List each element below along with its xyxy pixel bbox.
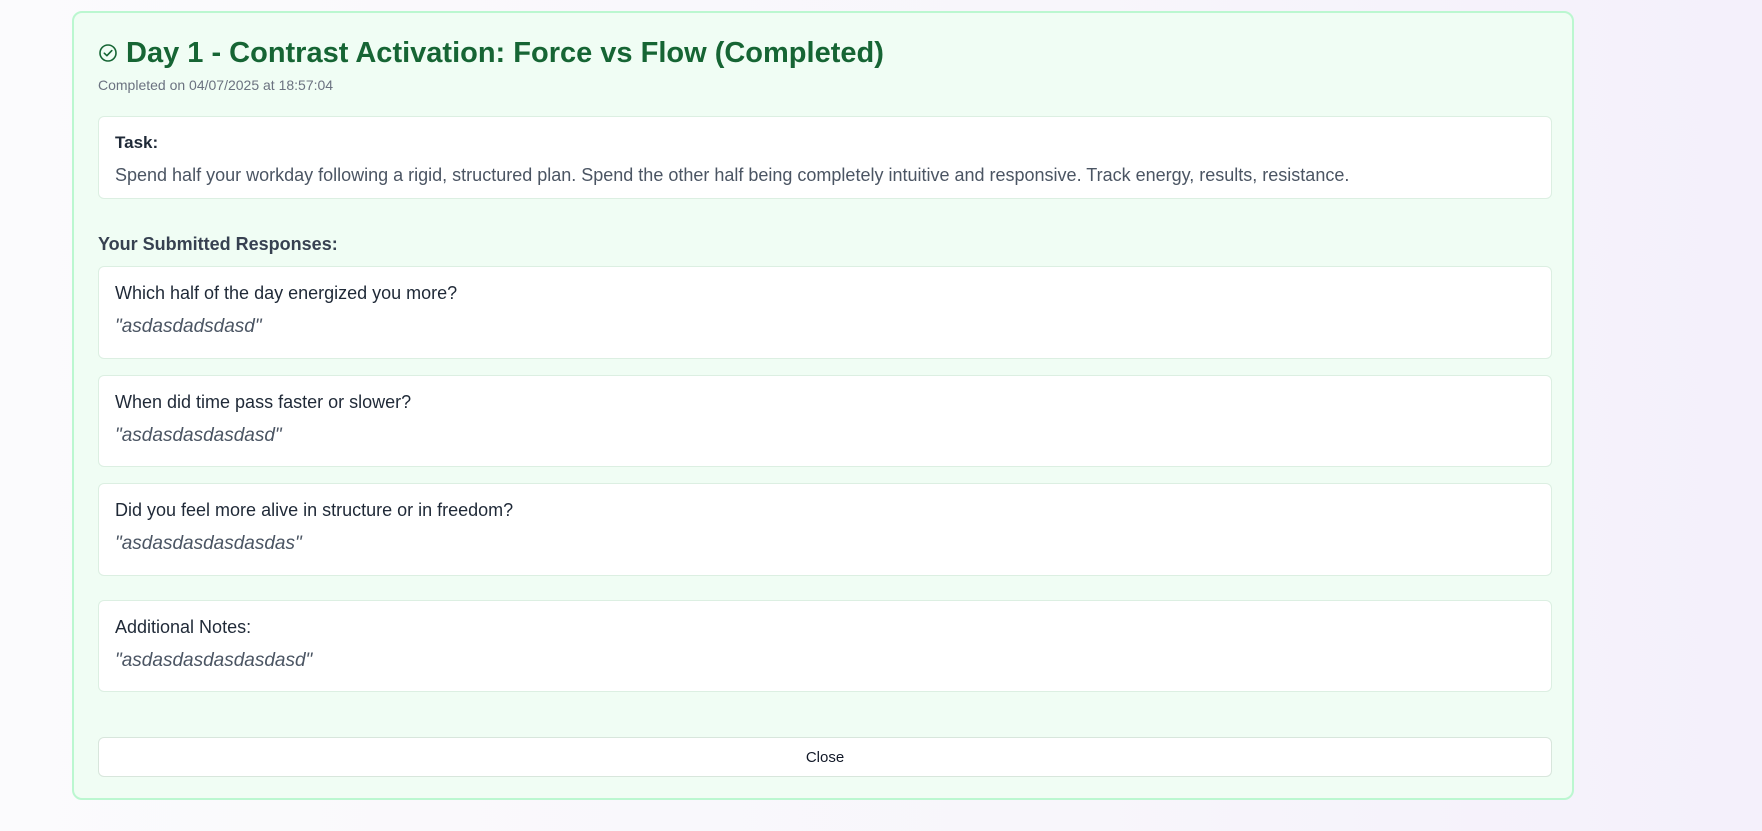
task-box: Task: Spend half your workday following … [98, 116, 1552, 199]
response-item: When did time pass faster or slower? "as… [98, 375, 1552, 467]
notes-label: Additional Notes: [115, 617, 252, 637]
response-answer: "asdasdasdasdasdas" [115, 533, 302, 554]
response-item: Did you feel more alive in structure or … [98, 483, 1552, 576]
additional-notes-box: Additional Notes: "asdasdasdasdasdasd" [98, 600, 1552, 692]
response-question: Which half of the day energized you more… [115, 283, 458, 303]
task-description: Spend half your workday following a rigi… [115, 165, 1350, 185]
response-item: Which half of the day energized you more… [98, 266, 1552, 359]
check-circle-icon [98, 43, 118, 63]
completed-timestamp: Completed on 04/07/2025 at 18:57:04 [98, 77, 334, 93]
notes-text: "asdasdasdasdasdasd" [115, 650, 313, 671]
card-header: Day 1 - Contrast Activation: Force vs Fl… [98, 35, 1548, 94]
page-title: Day 1 - Contrast Activation: Force vs Fl… [126, 36, 884, 69]
response-question: Did you feel more alive in structure or … [115, 500, 514, 520]
response-answer: "asdasdasdasdasd" [115, 425, 282, 446]
response-answer: "asdasdadsdasd" [115, 316, 262, 337]
title-row: Day 1 - Contrast Activation: Force vs Fl… [98, 35, 1548, 71]
responses-heading: Your Submitted Responses: [98, 234, 338, 254]
close-button[interactable]: Close [98, 737, 1552, 777]
response-question: When did time pass faster or slower? [115, 392, 412, 412]
task-label: Task: [115, 133, 159, 152]
completed-task-card: Day 1 - Contrast Activation: Force vs Fl… [72, 11, 1574, 800]
